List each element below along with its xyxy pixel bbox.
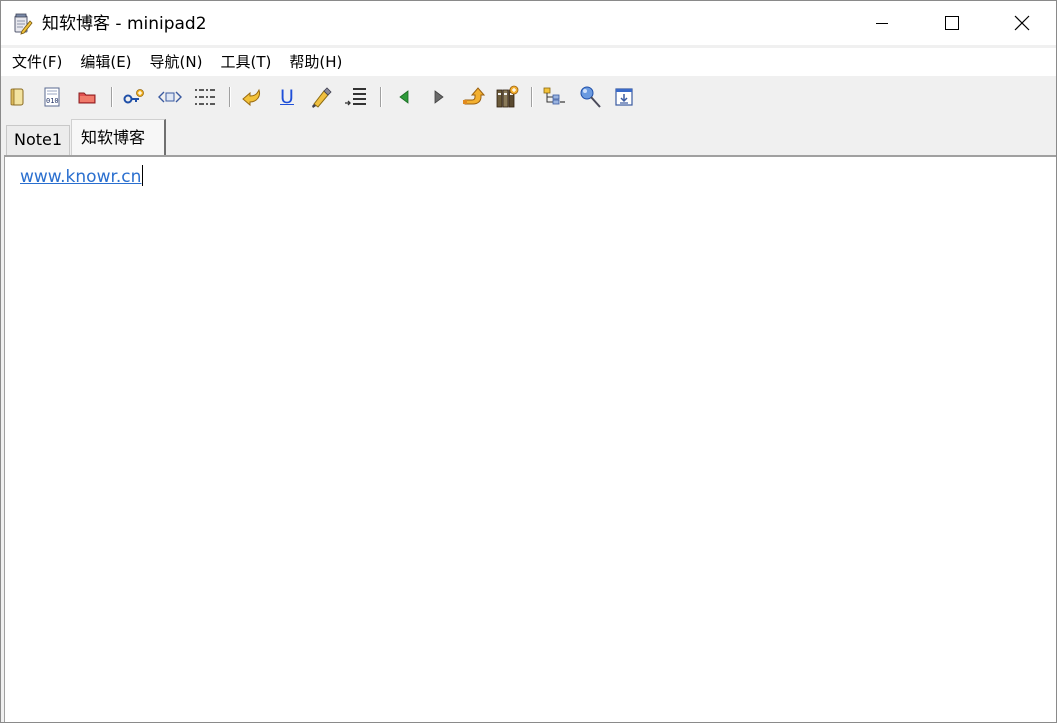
tab-strip: Note1 知软博客: [1, 117, 1056, 155]
line-list-button[interactable]: [344, 85, 368, 109]
tab-knowr-blog[interactable]: 知软博客: [71, 119, 166, 155]
menu-help[interactable]: 帮助(H): [280, 52, 351, 72]
tag-button[interactable]: [158, 85, 182, 109]
toolbar-separator: [229, 87, 231, 107]
tab-label: 知软博客: [81, 128, 146, 147]
line-list-icon: [344, 85, 368, 109]
new-note-button[interactable]: [6, 85, 30, 109]
menu-file[interactable]: 文件(F): [3, 52, 71, 72]
text-caret: [142, 165, 144, 186]
underline-button[interactable]: U: [275, 85, 299, 109]
note-editor[interactable]: www.knowr.cn: [4, 155, 1056, 722]
folder-icon: [77, 87, 97, 107]
close-icon: [1014, 15, 1030, 31]
toolbar-separator: [531, 87, 533, 107]
minimize-icon: [876, 17, 888, 29]
back-arrow-icon: [396, 89, 412, 105]
pin-button[interactable]: [578, 85, 602, 109]
undo-button[interactable]: [240, 85, 264, 109]
tab-label: Note1: [14, 130, 63, 149]
list-button[interactable]: [193, 85, 217, 109]
link-add-icon: [122, 87, 146, 107]
toolbar-separator: [111, 87, 113, 107]
menu-edit[interactable]: 编辑(E): [71, 52, 140, 72]
forward-button[interactable]: [427, 85, 451, 109]
app-window: 知软博客 - minipad2 文件(F) 编辑(E) 导航(N) 工具(T) …: [0, 0, 1057, 723]
tree-button[interactable]: [542, 85, 566, 109]
underline-icon: U: [280, 86, 294, 108]
maximize-button[interactable]: [917, 1, 987, 45]
close-button[interactable]: [987, 1, 1057, 45]
list-icon: [194, 87, 216, 107]
tree-icon: [542, 86, 566, 108]
highlighter-button[interactable]: [309, 85, 333, 109]
download-icon: [614, 87, 634, 107]
back-button[interactable]: [392, 85, 416, 109]
menu-tools[interactable]: 工具(T): [211, 52, 280, 72]
pin-icon: [578, 85, 602, 109]
book-add-button[interactable]: [495, 85, 519, 109]
editor-url-link[interactable]: www.knowr.cn: [20, 165, 144, 188]
highlighter-icon: [310, 86, 332, 108]
tab-note1[interactable]: Note1: [6, 125, 70, 155]
undo-icon: [241, 87, 263, 107]
editor-url-text: www.knowr.cn: [20, 167, 142, 187]
up-level-icon: [461, 86, 485, 108]
toolbar: 010 U: [1, 80, 1056, 114]
new-note-icon: [8, 87, 28, 107]
download-button[interactable]: [612, 85, 636, 109]
tag-icon: [158, 87, 182, 107]
svg-text:010: 010: [46, 97, 59, 105]
forward-arrow-icon: [431, 89, 447, 105]
menu-bar: 文件(F) 编辑(E) 导航(N) 工具(T) 帮助(H): [1, 48, 1056, 76]
title-bar[interactable]: 知软博客 - minipad2: [1, 1, 1056, 45]
minimize-button[interactable]: [847, 1, 917, 45]
maximize-icon: [945, 16, 959, 30]
app-notepad-icon: [13, 13, 33, 35]
book-add-icon: [495, 85, 519, 109]
menu-navigate[interactable]: 导航(N): [141, 52, 212, 72]
toolbar-separator: [380, 87, 382, 107]
folder-button[interactable]: [75, 85, 99, 109]
binary-note-button[interactable]: 010: [40, 85, 64, 109]
link-add-button[interactable]: [122, 85, 146, 109]
up-level-button[interactable]: [461, 85, 485, 109]
window-title: 知软博客 - minipad2: [42, 14, 207, 34]
binary-note-icon: 010: [42, 87, 62, 107]
